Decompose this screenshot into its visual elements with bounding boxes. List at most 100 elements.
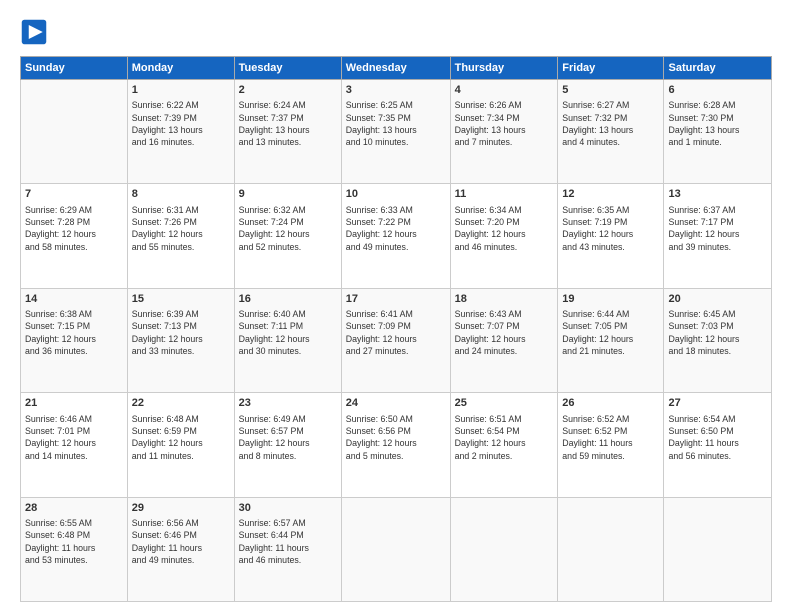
calendar-cell: 5Sunrise: 6:27 AMSunset: 7:32 PMDaylight…: [558, 80, 664, 184]
day-number: 22: [132, 396, 230, 411]
day-number: 19: [562, 292, 659, 307]
day-number: 25: [455, 396, 554, 411]
calendar-cell: 22 Sunrise: 6:48 AMSunset: 6:59 PMDayligh…: [127, 393, 234, 497]
calendar-cell: 25 Sunrise: 6:51 AMSunset: 6:54 PMDayligh…: [450, 393, 558, 497]
day-info: Sunrise: 6:31 AMSunset: 7:26 PMDaylight:…: [132, 204, 230, 253]
calendar-cell: [664, 497, 772, 601]
calendar-cell: 3Sunrise: 6:25 AMSunset: 7:35 PMDaylight…: [341, 80, 450, 184]
calendar-cell: 9 Sunrise: 6:32 AMSunset: 7:24 PMDaylight…: [234, 184, 341, 288]
day-number: 18: [455, 292, 554, 307]
day-info: Sunrise: 6:26 AMSunset: 7:34 PMDaylight:…: [455, 99, 554, 148]
calendar-cell: 26 Sunrise: 6:52 AMSunset: 6:52 PMDayligh…: [558, 393, 664, 497]
day-info: Sunrise: 6:28 AMSunset: 7:30 PMDaylight:…: [668, 99, 767, 148]
calendar-cell: 1Sunrise: 6:22 AMSunset: 7:39 PMDaylight…: [127, 80, 234, 184]
day-info: Sunrise: 6:43 AMSunset: 7:07 PMDaylight:…: [455, 308, 554, 357]
day-number: 10: [346, 187, 446, 202]
day-number: 12: [562, 187, 659, 202]
day-number: 28: [25, 501, 123, 516]
calendar-cell: [21, 80, 128, 184]
calendar-cell: 13Sunrise: 6:37 AMSunset: 7:17 PMDayligh…: [664, 184, 772, 288]
calendar-week-row: 28Sunrise: 6:55 AMSunset: 6:48 PMDayligh…: [21, 497, 772, 601]
calendar-cell: 8Sunrise: 6:31 AMSunset: 7:26 PMDaylight…: [127, 184, 234, 288]
day-info: Sunrise: 6:34 AMSunset: 7:20 PMDaylight:…: [455, 204, 554, 253]
day-info: Sunrise: 6:45 AMSunset: 7:03 PMDaylight:…: [668, 308, 767, 357]
day-info: Sunrise: 6:54 AMSunset: 6:50 PMDaylight:…: [668, 413, 767, 462]
day-number: 9: [239, 187, 337, 202]
day-info: Sunrise: 6:33 AMSunset: 7:22 PMDaylight:…: [346, 204, 446, 253]
day-number: 16: [239, 292, 337, 307]
day-number: 4: [455, 83, 554, 98]
day-number: 11: [455, 187, 554, 202]
day-number: 2: [239, 83, 337, 98]
day-info: Sunrise: 6:57 AMSunset: 6:44 PMDaylight:…: [239, 517, 337, 566]
day-info: Sunrise: 6:48 AMSunset: 6:59 PMDaylight:…: [132, 413, 230, 462]
day-info: Sunrise: 6:49 AMSunset: 6:57 PMDaylight:…: [239, 413, 337, 462]
calendar-cell: 16Sunrise: 6:40 AMSunset: 7:11 PMDayligh…: [234, 288, 341, 392]
day-of-week-header: Sunday: [21, 57, 128, 80]
day-info: Sunrise: 6:52 AMSunset: 6:52 PMDaylight:…: [562, 413, 659, 462]
calendar-cell: [341, 497, 450, 601]
calendar-cell: 20Sunrise: 6:45 AMSunset: 7:03 PMDayligh…: [664, 288, 772, 392]
calendar-cell: 11 Sunrise: 6:34 AMSunset: 7:20 PMDayligh…: [450, 184, 558, 288]
calendar-cell: [450, 497, 558, 601]
day-info: Sunrise: 6:22 AMSunset: 7:39 PMDaylight:…: [132, 99, 230, 148]
day-number: 6: [668, 83, 767, 98]
calendar-cell: 14Sunrise: 6:38 AMSunset: 7:15 PMDayligh…: [21, 288, 128, 392]
day-info: Sunrise: 6:37 AMSunset: 7:17 PMDaylight:…: [668, 204, 767, 253]
day-info: Sunrise: 6:24 AMSunset: 7:37 PMDaylight:…: [239, 99, 337, 148]
calendar-week-row: 7 Sunrise: 6:29 AMSunset: 7:28 PMDaylight…: [21, 184, 772, 288]
day-info: Sunrise: 6:40 AMSunset: 7:11 PMDaylight:…: [239, 308, 337, 357]
calendar-header-row: SundayMondayTuesdayWednesdayThursdayFrid…: [21, 57, 772, 80]
calendar-cell: 19Sunrise: 6:44 AMSunset: 7:05 PMDayligh…: [558, 288, 664, 392]
calendar-cell: 12 Sunrise: 6:35 AMSunset: 7:19 PMDayligh…: [558, 184, 664, 288]
day-info: Sunrise: 6:46 AMSunset: 7:01 PMDaylight:…: [25, 413, 123, 462]
day-of-week-header: Tuesday: [234, 57, 341, 80]
day-number: 27: [668, 396, 767, 411]
calendar-cell: 17Sunrise: 6:41 AMSunset: 7:09 PMDayligh…: [341, 288, 450, 392]
calendar-cell: 18Sunrise: 6:43 AMSunset: 7:07 PMDayligh…: [450, 288, 558, 392]
calendar-cell: 2Sunrise: 6:24 AMSunset: 7:37 PMDaylight…: [234, 80, 341, 184]
calendar-week-row: 14Sunrise: 6:38 AMSunset: 7:15 PMDayligh…: [21, 288, 772, 392]
day-info: Sunrise: 6:35 AMSunset: 7:19 PMDaylight:…: [562, 204, 659, 253]
day-info: Sunrise: 6:38 AMSunset: 7:15 PMDaylight:…: [25, 308, 123, 357]
day-of-week-header: Monday: [127, 57, 234, 80]
day-of-week-header: Wednesday: [341, 57, 450, 80]
day-number: 23: [239, 396, 337, 411]
calendar-cell: 24Sunrise: 6:50 AMSunset: 6:56 PMDayligh…: [341, 393, 450, 497]
day-number: 15: [132, 292, 230, 307]
day-of-week-header: Thursday: [450, 57, 558, 80]
calendar-week-row: 1Sunrise: 6:22 AMSunset: 7:39 PMDaylight…: [21, 80, 772, 184]
day-number: 21: [25, 396, 123, 411]
day-of-week-header: Saturday: [664, 57, 772, 80]
day-info: Sunrise: 6:55 AMSunset: 6:48 PMDaylight:…: [25, 517, 123, 566]
day-info: Sunrise: 6:44 AMSunset: 7:05 PMDaylight:…: [562, 308, 659, 357]
day-number: 7: [25, 187, 123, 202]
logo-icon: [20, 18, 48, 46]
header: [20, 18, 772, 46]
day-number: 1: [132, 83, 230, 98]
day-number: 20: [668, 292, 767, 307]
page: SundayMondayTuesdayWednesdayThursdayFrid…: [0, 0, 792, 612]
day-info: Sunrise: 6:25 AMSunset: 7:35 PMDaylight:…: [346, 99, 446, 148]
day-info: Sunrise: 6:50 AMSunset: 6:56 PMDaylight:…: [346, 413, 446, 462]
calendar-cell: 29Sunrise: 6:56 AMSunset: 6:46 PMDayligh…: [127, 497, 234, 601]
day-number: 17: [346, 292, 446, 307]
day-info: Sunrise: 6:51 AMSunset: 6:54 PMDaylight:…: [455, 413, 554, 462]
calendar-cell: 15Sunrise: 6:39 AMSunset: 7:13 PMDayligh…: [127, 288, 234, 392]
calendar-cell: 4Sunrise: 6:26 AMSunset: 7:34 PMDaylight…: [450, 80, 558, 184]
day-info: Sunrise: 6:29 AMSunset: 7:28 PMDaylight:…: [25, 204, 123, 253]
day-of-week-header: Friday: [558, 57, 664, 80]
calendar-cell: 27 Sunrise: 6:54 AMSunset: 6:50 PMDayligh…: [664, 393, 772, 497]
calendar-table: SundayMondayTuesdayWednesdayThursdayFrid…: [20, 56, 772, 602]
day-info: Sunrise: 6:32 AMSunset: 7:24 PMDaylight:…: [239, 204, 337, 253]
calendar-cell: 10 Sunrise: 6:33 AMSunset: 7:22 PMDayligh…: [341, 184, 450, 288]
day-number: 3: [346, 83, 446, 98]
calendar-week-row: 21 Sunrise: 6:46 AMSunset: 7:01 PMDayligh…: [21, 393, 772, 497]
day-number: 26: [562, 396, 659, 411]
calendar-cell: 23 Sunrise: 6:49 AMSunset: 6:57 PMDayligh…: [234, 393, 341, 497]
calendar-cell: 6Sunrise: 6:28 AMSunset: 7:30 PMDaylight…: [664, 80, 772, 184]
calendar-cell: [558, 497, 664, 601]
day-info: Sunrise: 6:41 AMSunset: 7:09 PMDaylight:…: [346, 308, 446, 357]
logo: [20, 18, 52, 46]
day-info: Sunrise: 6:27 AMSunset: 7:32 PMDaylight:…: [562, 99, 659, 148]
